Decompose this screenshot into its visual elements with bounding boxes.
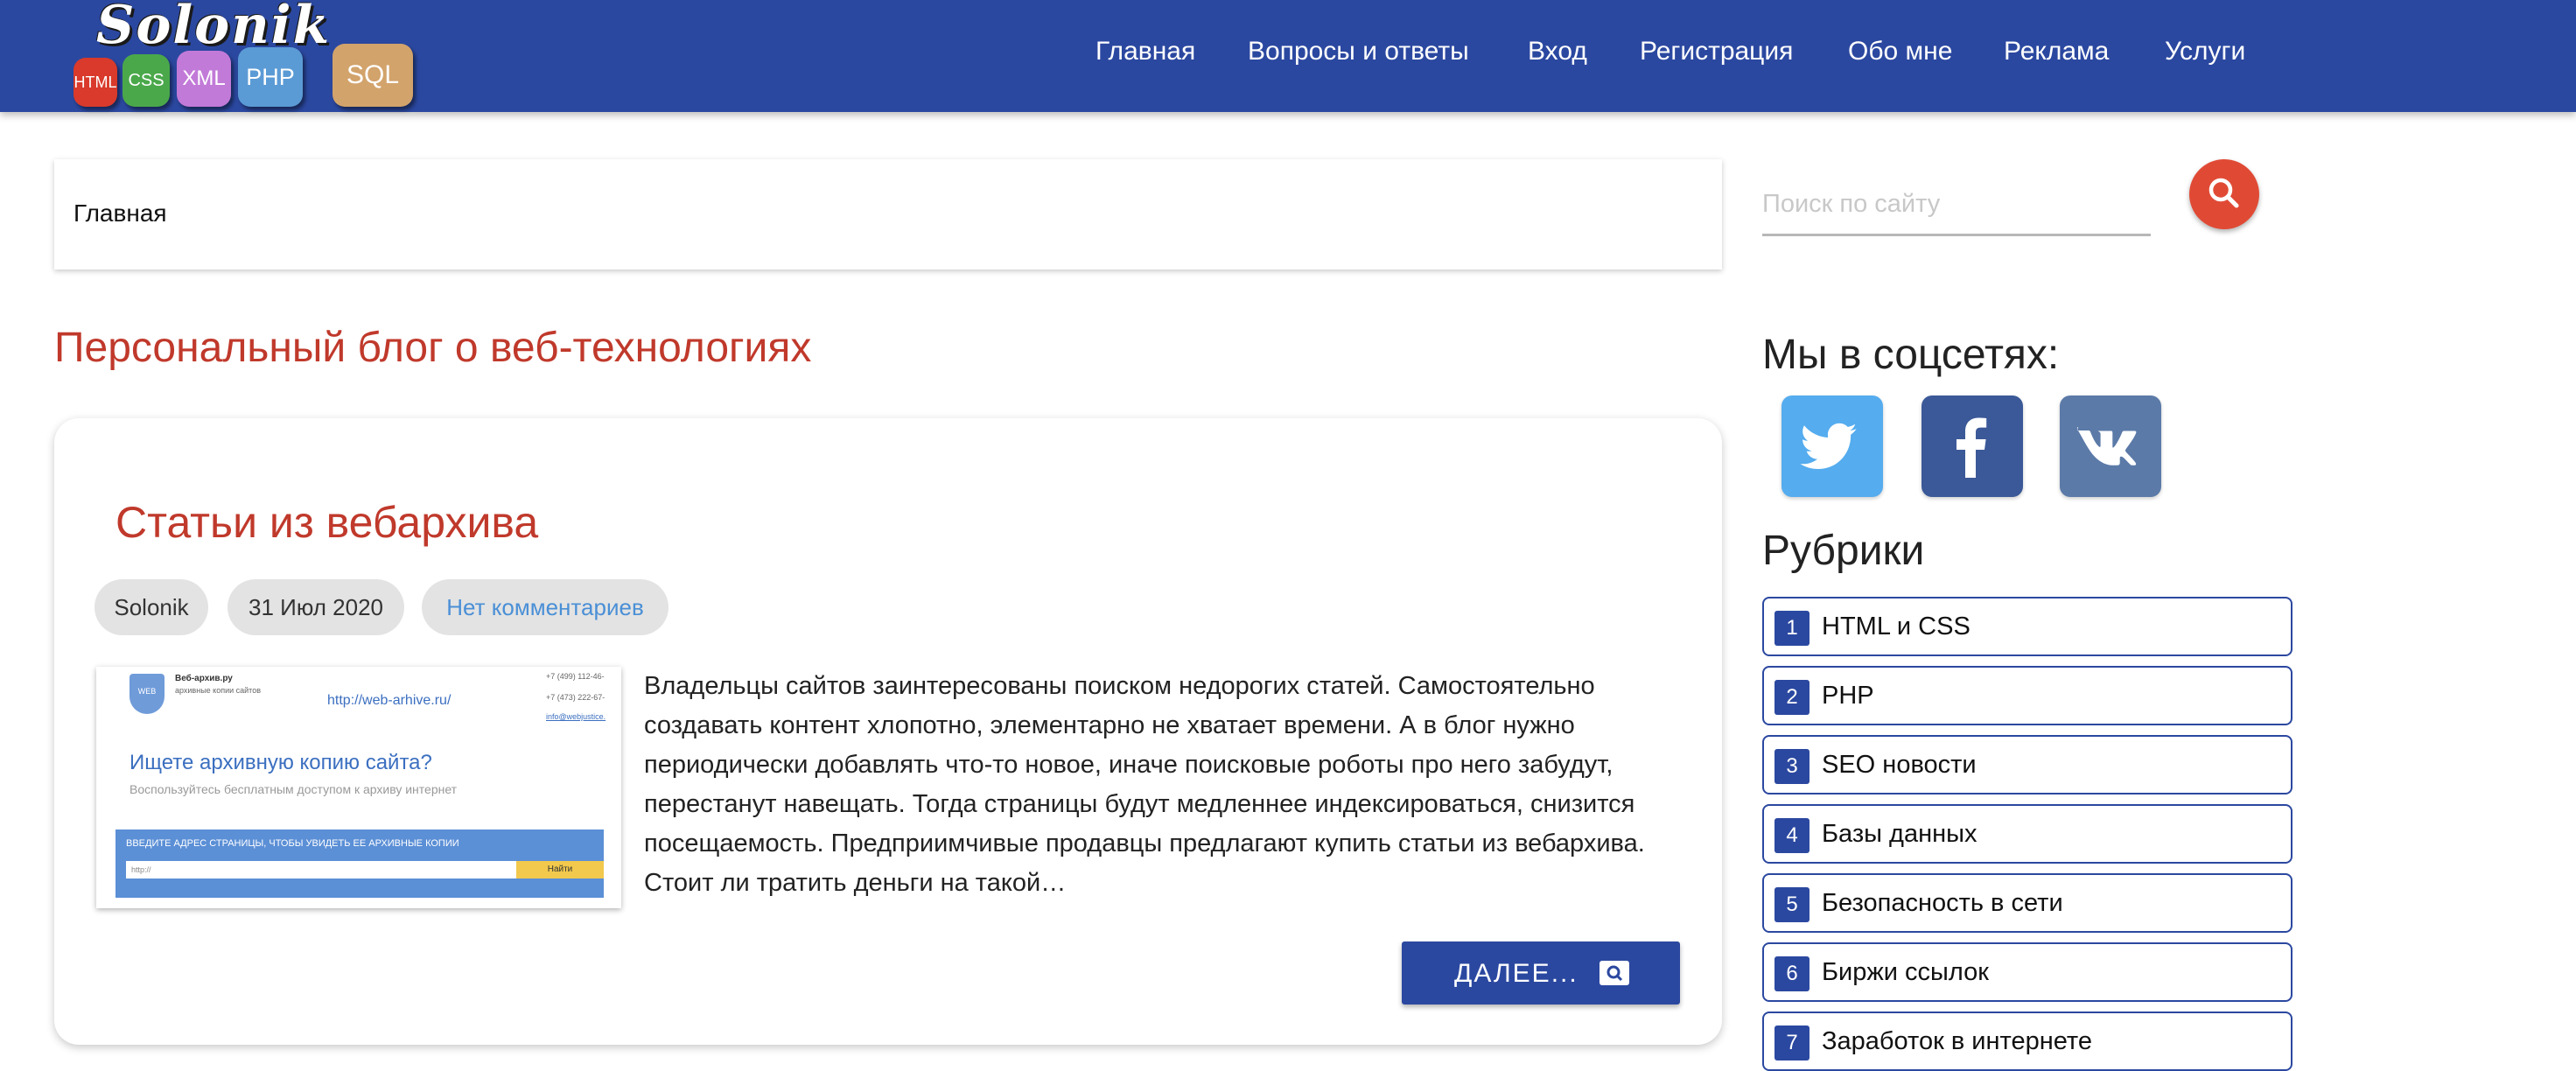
category-number: 2 [1774,680,1810,715]
category-number: 6 [1774,956,1810,991]
logo-tile-html: HTML [74,58,117,107]
thumb-band-text: ВВЕДИТЕ АДРЕС СТРАНИЦЫ, ЧТОБЫ УВИДЕТЬ ЕЕ… [126,838,459,849]
category-item-seo[interactable]: 3 SEO новости [1762,735,2292,794]
nav-about[interactable]: Обо мне [1848,37,1952,66]
post-comments-link[interactable]: Нет комментариев [422,579,668,635]
breadcrumb: Главная [54,159,1722,270]
thumb-headline: Ищете архивную копию сайта? [130,751,432,774]
category-number: 4 [1774,818,1810,853]
categories-heading: Рубрики [1762,528,1925,574]
category-label: PHP [1822,682,1874,710]
twitter-link[interactable] [1782,396,1883,497]
thumb-phone-2: +7 (473) 222-67- [546,693,606,702]
site-search-input[interactable] [1762,175,2151,236]
top-navbar: Solonik HTML CSS XML PHP SQL Главная Воп… [0,0,2576,112]
logo-tile-xml: XML [177,51,231,107]
search-icon [2189,178,2259,233]
thumb-find-button: Найти [516,861,604,878]
category-label: Биржи ссылок [1822,958,1989,986]
category-label: Заработок в интернете [1822,1027,2092,1055]
read-more-button[interactable]: ДАЛЕЕ... [1402,942,1680,1004]
thumb-subline: Воспользуйтесь бесплатным доступом к арх… [130,782,458,796]
nav-login[interactable]: Вход [1528,37,1587,66]
magnifier-icon [1600,961,1629,985]
category-number: 5 [1774,887,1810,922]
shield-icon: WEB [130,674,164,714]
page-title: Персональный блог о веб-технологиях [54,325,812,371]
category-item-security[interactable]: 5 Безопасность в сети [1762,873,2292,933]
category-label: Базы данных [1822,820,1978,848]
nav-ads[interactable]: Реклама [2004,37,2109,66]
post-thumbnail[interactable]: WEB Веб-архив.ру архивные копии сайтов +… [96,667,621,908]
thumb-url-input: http:// [126,861,516,878]
category-item-php[interactable]: 2 PHP [1762,666,2292,725]
vk-link[interactable] [2060,396,2161,497]
nav-qa[interactable]: Вопросы и ответы [1248,37,1469,66]
category-number: 7 [1774,1026,1810,1060]
category-number: 1 [1774,611,1810,646]
thumb-search-band: ВВЕДИТЕ АДРЕС СТРАНИЦЫ, ЧТОБЫ УВИДЕТЬ ЕЕ… [116,830,604,898]
thumb-phone-1: +7 (499) 112-46- [546,672,605,681]
facebook-icon [1922,417,2023,500]
thumb-url: http://web-arhive.ru/ [327,693,452,708]
thumb-site-name: Веб-архив.ру [175,674,233,683]
category-label: SEO новости [1822,751,1977,779]
category-item-databases[interactable]: 4 Базы данных [1762,804,2292,864]
twitter-icon [1782,423,1883,500]
search-button[interactable] [2189,159,2259,229]
breadcrumb-home[interactable]: Главная [74,200,167,228]
social-heading: Мы в соцсетях: [1762,332,2060,378]
post-author: Solonik [94,579,208,635]
category-item-earning-online[interactable]: 7 Заработок в интернете [1762,1012,2292,1071]
post-date: 31 Июл 2020 [228,579,404,635]
post-excerpt: Владельцы сайтов заинтересованы поиском … [644,672,1645,897]
post-title[interactable]: Статьи из вебархива [116,497,538,548]
post-card: Статьи из вебархива Solonik 31 Июл 2020 … [54,418,1722,1045]
category-number: 3 [1774,749,1810,784]
site-logo[interactable]: Solonik HTML CSS XML PHP SQL [70,0,438,112]
category-item-link-exchanges[interactable]: 6 Биржи ссылок [1762,942,2292,1002]
category-label: HTML и CSS [1822,612,1970,640]
read-more-label: ДАЛЕЕ... [1454,959,1578,988]
logo-tile-sql: SQL [332,44,413,107]
facebook-link[interactable] [1922,396,2023,497]
logo-tile-php: PHP [238,47,303,107]
vk-icon [2060,427,2161,500]
thumb-site-tagline: архивные копии сайтов [175,686,261,695]
category-item-html-css[interactable]: 1 HTML и CSS [1762,597,2292,656]
category-label: Безопасность в сети [1822,889,2063,917]
nav-register[interactable]: Регистрация [1640,37,1793,66]
nav-home[interactable]: Главная [1096,37,1195,66]
nav-services[interactable]: Услуги [2165,37,2245,66]
thumb-email: info@webjustice. [546,712,606,721]
logo-tile-css: CSS [122,54,170,107]
